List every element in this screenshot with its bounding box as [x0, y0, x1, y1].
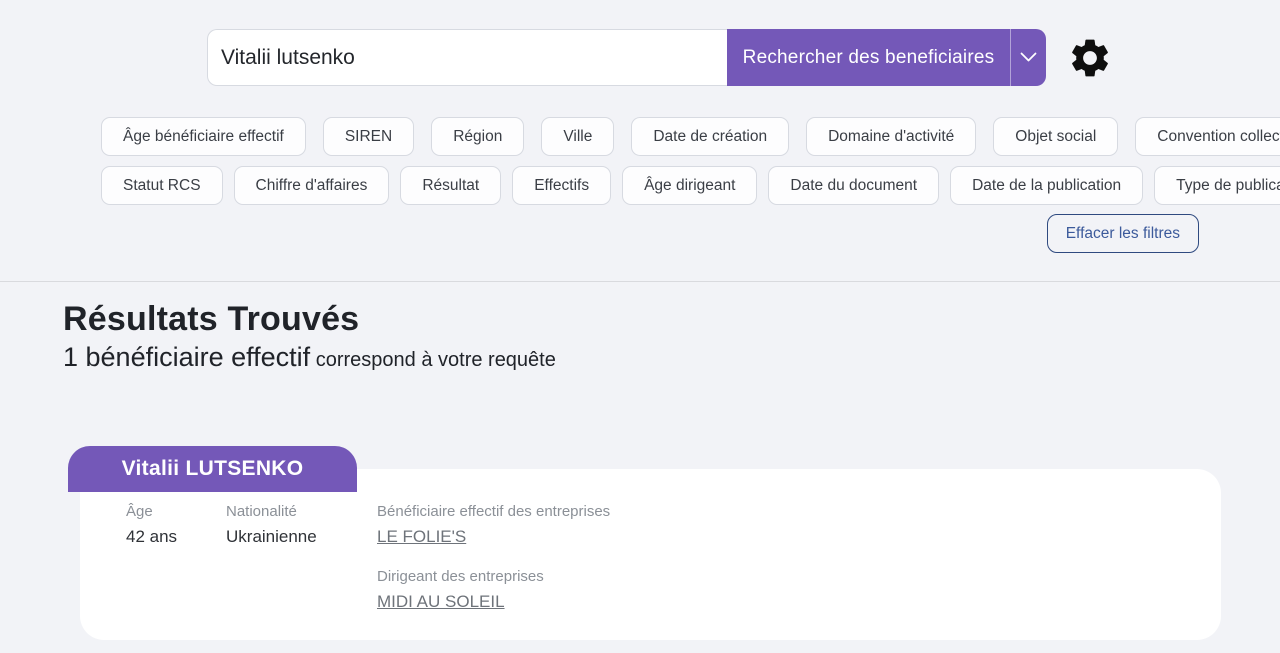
nationality-field: Nationalité Ukrainienne: [226, 503, 377, 633]
companies-field: Bénéficiaire effectif des entreprises LE…: [377, 503, 610, 633]
beneficiary-of-label: Bénéficiaire effectif des entreprises: [377, 503, 610, 520]
filter-siren[interactable]: SIREN: [323, 117, 414, 156]
results-subtitle: 1 bénéficiaire effectif correspond à vot…: [63, 342, 556, 373]
beneficiary-card-content: Âge 42 ans Nationalité Ukrainienne Bénéf…: [80, 469, 1221, 633]
filter-date-de-creation[interactable]: Date de création: [631, 117, 789, 156]
filter-row-1: Âge bénéficiaire effectif SIREN Région V…: [101, 117, 1199, 156]
director-of-label: Dirigeant des entreprises: [377, 568, 610, 585]
beneficiary-search-page: Rechercher des beneficiaires Âge bénéfic…: [0, 0, 1280, 653]
search-type-dropdown-toggle[interactable]: [1010, 29, 1046, 86]
beneficiary-name-tab[interactable]: Vitalii LUTSENKO: [68, 446, 357, 492]
company-link-midi-au-soleil[interactable]: MIDI AU SOLEIL: [377, 592, 505, 611]
clear-filters-row: Effacer les filtres: [101, 214, 1199, 253]
results-header: Résultats Trouvés 1 bénéficiaire effecti…: [63, 300, 556, 373]
filter-ville[interactable]: Ville: [541, 117, 614, 156]
age-value: 42 ans: [126, 527, 226, 547]
section-divider: [0, 281, 1280, 282]
filter-effectifs[interactable]: Effectifs: [512, 166, 611, 205]
director-of-block: Dirigeant des entreprises MIDI AU SOLEIL: [377, 568, 610, 612]
filter-date-du-document[interactable]: Date du document: [768, 166, 939, 205]
filter-row-2: Statut RCS Chiffre d'affaires Résultat E…: [101, 166, 1199, 205]
nationality-label: Nationalité: [226, 503, 377, 520]
beneficiary-name: Vitalii LUTSENKO: [122, 457, 304, 481]
filter-chiffre-affaires[interactable]: Chiffre d'affaires: [234, 166, 390, 205]
settings-button[interactable]: [1067, 29, 1113, 86]
search-beneficiaries-button[interactable]: Rechercher des beneficiaires: [727, 29, 1046, 86]
company-link-le-folies[interactable]: LE FOLIE'S: [377, 527, 466, 546]
filter-age-beneficiaire-effectif[interactable]: Âge bénéficiaire effectif: [101, 117, 306, 156]
nationality-value: Ukrainienne: [226, 527, 377, 547]
filter-region[interactable]: Région: [431, 117, 524, 156]
filter-bar: Âge bénéficiaire effectif SIREN Région V…: [101, 117, 1199, 215]
filter-objet-social[interactable]: Objet social: [993, 117, 1118, 156]
beneficiary-card: Âge 42 ans Nationalité Ukrainienne Bénéf…: [80, 469, 1221, 640]
filter-date-de-la-publication[interactable]: Date de la publication: [950, 166, 1143, 205]
search-button-label: Rechercher des beneficiaires: [727, 29, 1010, 86]
clear-filters-button[interactable]: Effacer les filtres: [1047, 214, 1199, 253]
chevron-down-icon: [1020, 52, 1037, 63]
results-suffix: correspond à votre requête: [310, 349, 556, 371]
search-input[interactable]: [207, 29, 727, 86]
age-field: Âge 42 ans: [126, 503, 226, 633]
gear-icon: [1067, 35, 1113, 81]
filter-statut-rcs[interactable]: Statut RCS: [101, 166, 223, 205]
filter-convention-collective[interactable]: Convention collective: [1135, 117, 1280, 156]
filter-age-dirigeant[interactable]: Âge dirigeant: [622, 166, 757, 205]
filter-type-de-publication[interactable]: Type de publication: [1154, 166, 1280, 205]
results-title: Résultats Trouvés: [63, 300, 556, 339]
age-label: Âge: [126, 503, 226, 520]
filter-resultat[interactable]: Résultat: [400, 166, 501, 205]
search-bar: Rechercher des beneficiaires: [207, 29, 1113, 86]
beneficiary-of-block: Bénéficiaire effectif des entreprises LE…: [377, 503, 610, 547]
results-count: 1 bénéficiaire effectif: [63, 342, 310, 372]
filter-domaine-activite[interactable]: Domaine d'activité: [806, 117, 976, 156]
